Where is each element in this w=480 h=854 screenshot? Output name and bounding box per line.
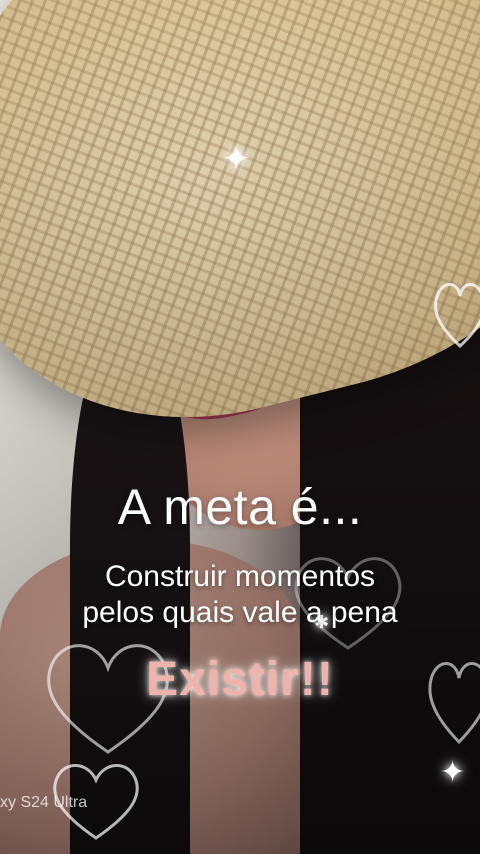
device-watermark: xy S24 Ultra [0,794,88,811]
subline-text-1: Construir momentos [104,560,376,593]
headline-text: A meta é... [117,479,363,535]
sparkle-icon: ✦ [222,139,251,179]
heart-outline-icon [430,272,480,350]
subline-text-2: pelos quais vale a pena [82,596,398,629]
sparkle-icon: ✦ [440,755,466,790]
emphasis-text: Existir!! [146,653,334,706]
